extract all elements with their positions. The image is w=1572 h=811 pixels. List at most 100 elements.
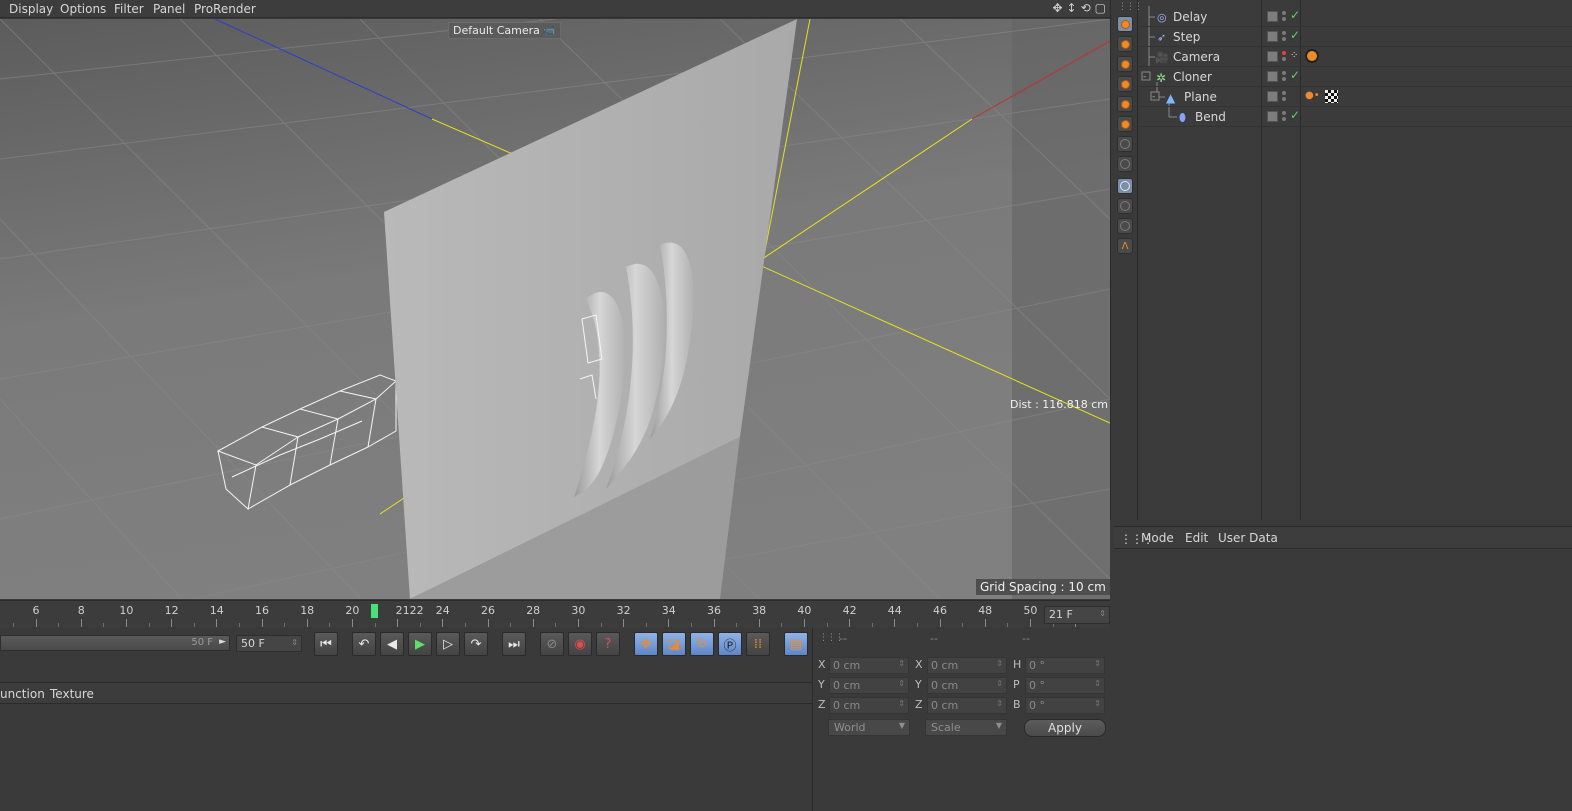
visibility-dots[interactable] bbox=[1282, 31, 1288, 43]
camera-label[interactable]: Default Camera 📹 bbox=[448, 22, 561, 39]
previous-key-icon[interactable]: ↶ bbox=[352, 632, 376, 656]
stepper-icon[interactable]: ⇕ bbox=[898, 679, 905, 688]
coordinate-space-select[interactable]: World ▼ bbox=[828, 719, 910, 736]
menu-panel[interactable]: Panel bbox=[153, 2, 185, 16]
stepper-icon[interactable]: ⇕ bbox=[996, 679, 1003, 688]
object-row-bend[interactable]: ⬮ Bend ✓ bbox=[1139, 107, 1572, 127]
attr-menu-edit[interactable]: Edit bbox=[1185, 531, 1208, 545]
tool-sphere-icon[interactable] bbox=[1117, 116, 1133, 132]
frame-range-slider[interactable]: 50 F ► bbox=[0, 635, 230, 651]
end-frame-field[interactable]: 50 F ⇕ bbox=[236, 635, 302, 652]
enabled-check-icon[interactable]: ✓ bbox=[1290, 28, 1300, 42]
object-row-delay[interactable]: ◎ Delay ✓ bbox=[1139, 7, 1572, 27]
pos-y-field[interactable]: 0 cm ⇕ bbox=[829, 677, 909, 694]
object-name[interactable]: Camera bbox=[1173, 50, 1220, 64]
object-name[interactable]: Plane bbox=[1184, 90, 1217, 104]
next-frame-icon[interactable]: ▷ bbox=[436, 632, 460, 656]
record-disabled-icon[interactable]: ⊘ bbox=[540, 632, 564, 656]
point-level-icon[interactable]: ⁞⁞ bbox=[746, 632, 770, 656]
object-name[interactable]: Delay bbox=[1173, 10, 1207, 24]
layer-checkbox[interactable] bbox=[1267, 91, 1278, 102]
size-y-field[interactable]: 0 cm ⇕ bbox=[927, 677, 1007, 694]
material-menu-texture[interactable]: Texture bbox=[50, 687, 94, 701]
position-key-icon[interactable]: ✥ bbox=[634, 632, 658, 656]
tool-sphere-icon[interactable] bbox=[1117, 96, 1133, 112]
pos-z-field[interactable]: 0 cm ⇕ bbox=[829, 697, 909, 714]
parameter-key-icon[interactable]: Ⓟ bbox=[718, 632, 742, 656]
menu-prorender[interactable]: ProRender bbox=[194, 2, 256, 16]
scale-key-icon[interactable]: ◪ bbox=[662, 632, 686, 656]
visibility-dots[interactable] bbox=[1282, 91, 1288, 103]
visibility-dots[interactable] bbox=[1282, 51, 1288, 63]
menu-filter[interactable]: Filter bbox=[114, 2, 144, 16]
toggle-view-icon[interactable]: ▢ bbox=[1095, 1, 1106, 15]
tool-sphere-icon[interactable] bbox=[1117, 16, 1133, 32]
size-x-field[interactable]: 0 cm ⇕ bbox=[927, 657, 1007, 674]
object-name[interactable]: Cloner bbox=[1173, 70, 1212, 84]
go-to-end-icon[interactable]: ⏭ bbox=[502, 632, 526, 656]
tool-globe-icon[interactable] bbox=[1117, 136, 1133, 152]
tool-snap-icon[interactable]: Λ bbox=[1117, 238, 1133, 254]
rotation-key-icon[interactable]: ↻ bbox=[690, 632, 714, 656]
previous-frame-icon[interactable]: ◀ bbox=[380, 632, 404, 656]
tool-globe-icon[interactable] bbox=[1117, 156, 1133, 172]
visibility-dots[interactable] bbox=[1282, 111, 1288, 123]
protection-tag-icon[interactable] bbox=[1305, 49, 1319, 63]
object-row-cloner[interactable]: ✲ Cloner ✓ bbox=[1139, 67, 1572, 87]
tool-world-icon[interactable] bbox=[1117, 178, 1133, 194]
next-key-icon[interactable]: ↷ bbox=[464, 632, 488, 656]
material-tag-icon[interactable] bbox=[1325, 90, 1338, 103]
visibility-dots[interactable] bbox=[1282, 11, 1288, 23]
pos-x-field[interactable]: 0 cm ⇕ bbox=[829, 657, 909, 674]
rot-p-field[interactable]: 0 ° ⇕ bbox=[1025, 677, 1105, 694]
stepper-icon[interactable]: ⇕ bbox=[996, 659, 1003, 668]
layer-checkbox[interactable] bbox=[1267, 11, 1278, 22]
keyframe-selection-icon[interactable]: ? bbox=[596, 632, 620, 656]
size-z-field[interactable]: 0 cm ⇕ bbox=[927, 697, 1007, 714]
stepper-icon[interactable]: ⇕ bbox=[291, 638, 298, 647]
target-tag-icon[interactable]: ⁘ bbox=[1290, 50, 1300, 62]
layer-checkbox[interactable] bbox=[1267, 71, 1278, 82]
current-frame-field[interactable]: 21 F ⇕ bbox=[1044, 606, 1110, 624]
menu-display[interactable]: Display bbox=[9, 2, 53, 16]
material-area[interactable] bbox=[0, 704, 812, 811]
enabled-check-icon[interactable]: ✓ bbox=[1290, 8, 1300, 22]
layer-checkbox[interactable] bbox=[1267, 111, 1278, 122]
attr-menu-mode[interactable]: Mode bbox=[1141, 531, 1174, 545]
slider-handle-icon[interactable]: ► bbox=[219, 637, 226, 647]
tool-circle-icon[interactable] bbox=[1117, 198, 1133, 214]
stepper-icon[interactable]: ⇕ bbox=[996, 699, 1003, 708]
rot-b-field[interactable]: 0 ° ⇕ bbox=[1025, 697, 1105, 714]
stepper-icon[interactable]: ⇕ bbox=[898, 659, 905, 668]
visibility-dots[interactable] bbox=[1282, 71, 1288, 83]
enabled-check-icon[interactable]: ✓ bbox=[1290, 68, 1300, 82]
go-to-start-icon[interactable]: ⏮ bbox=[314, 632, 338, 656]
3d-viewport[interactable]: Default Camera 📹 Dist : 116.818 cm Grid … bbox=[0, 19, 1110, 599]
stepper-icon[interactable]: ⇕ bbox=[898, 699, 905, 708]
layer-checkbox[interactable] bbox=[1267, 51, 1278, 62]
object-row-camera[interactable]: 🎥 Camera ⁘ bbox=[1139, 47, 1572, 67]
stepper-icon[interactable]: ⇕ bbox=[1094, 659, 1101, 668]
object-name[interactable]: Bend bbox=[1195, 110, 1226, 124]
size-mode-select[interactable]: Scale ▼ bbox=[925, 719, 1007, 736]
play-forward-icon[interactable]: ▶ bbox=[408, 632, 432, 656]
enabled-check-icon[interactable]: ✓ bbox=[1290, 108, 1300, 122]
menu-options[interactable]: Options bbox=[60, 2, 106, 16]
object-name[interactable]: Step bbox=[1173, 30, 1200, 44]
film-icon[interactable]: ▤ bbox=[784, 632, 808, 656]
tool-sphere-icon[interactable] bbox=[1117, 36, 1133, 52]
stepper-icon[interactable]: ⇕ bbox=[1094, 679, 1101, 688]
object-row-step[interactable]: ➶ Step ✓ bbox=[1139, 27, 1572, 47]
auto-key-icon[interactable]: ◉ bbox=[568, 632, 592, 656]
dolly-view-icon[interactable]: ↕ bbox=[1067, 1, 1077, 15]
stepper-icon[interactable]: ⇕ bbox=[1099, 609, 1106, 618]
timeline-ruler[interactable]: 6 8 10 12 14 16 18 20 2122 24 26 28 30 32 34 36 38 40 42 44… bbox=[0, 600, 1110, 628]
tool-sphere-icon[interactable] bbox=[1117, 76, 1133, 92]
object-row-plane[interactable]: ▲ Plane ●• bbox=[1139, 87, 1572, 107]
tool-sphere-icon[interactable] bbox=[1117, 56, 1133, 72]
layer-checkbox[interactable] bbox=[1267, 31, 1278, 42]
apply-button[interactable]: Apply bbox=[1024, 719, 1106, 737]
attr-menu-user-data[interactable]: User Data bbox=[1218, 531, 1278, 545]
tool-circle-icon[interactable] bbox=[1117, 218, 1133, 234]
stepper-icon[interactable]: ⇕ bbox=[1094, 699, 1101, 708]
